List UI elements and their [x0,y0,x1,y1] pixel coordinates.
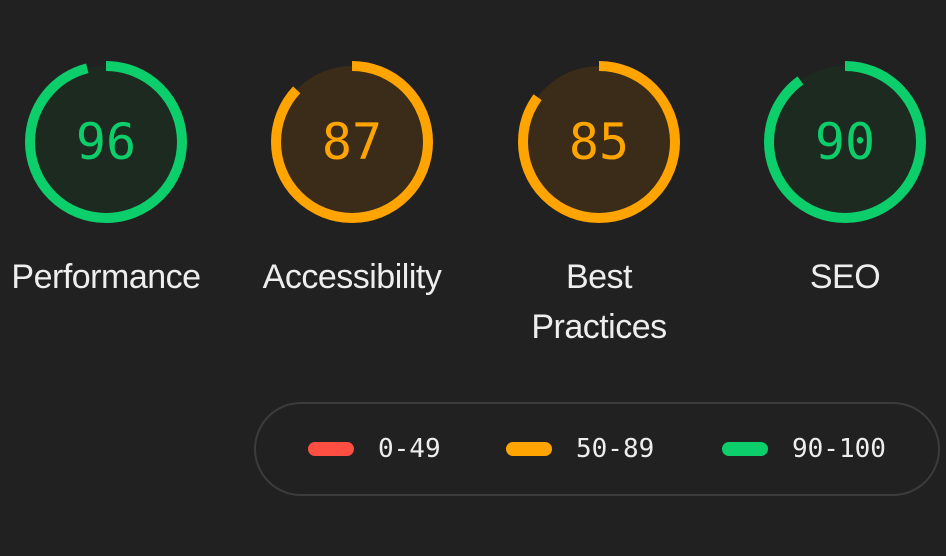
score-legend: 0-49 50-89 90-100 [254,402,940,496]
legend-swatch-fail [308,442,354,456]
seo-label: SEO [809,258,881,296]
legend-range-average: 50-89 [576,434,655,464]
accessibility-label: Accessibility [262,258,442,296]
gauge-accessibility[interactable]: 87 Accessibility [232,0,472,360]
legend-range-pass: 90-100 [792,434,886,464]
legend-range-fail: 0-49 [378,434,441,464]
accessibility-score: 87 [321,113,383,171]
legend-item-fail: 0-49 [308,404,441,494]
legend-item-pass: 90-100 [722,404,886,494]
performance-score: 96 [75,113,137,171]
best-practices-score: 85 [568,113,630,171]
gauge-performance[interactable]: 96 Performance [0,0,226,360]
legend-swatch-pass [722,442,768,456]
performance-label: Performance [11,258,201,296]
gauge-best-practices[interactable]: 85 Best Practices [479,0,719,360]
legend-item-average: 50-89 [506,404,654,494]
best-practices-label: Best Practices [531,258,667,346]
legend-swatch-average [506,442,552,456]
gauge-seo[interactable]: 90 SEO [725,0,946,360]
seo-score: 90 [814,113,876,171]
